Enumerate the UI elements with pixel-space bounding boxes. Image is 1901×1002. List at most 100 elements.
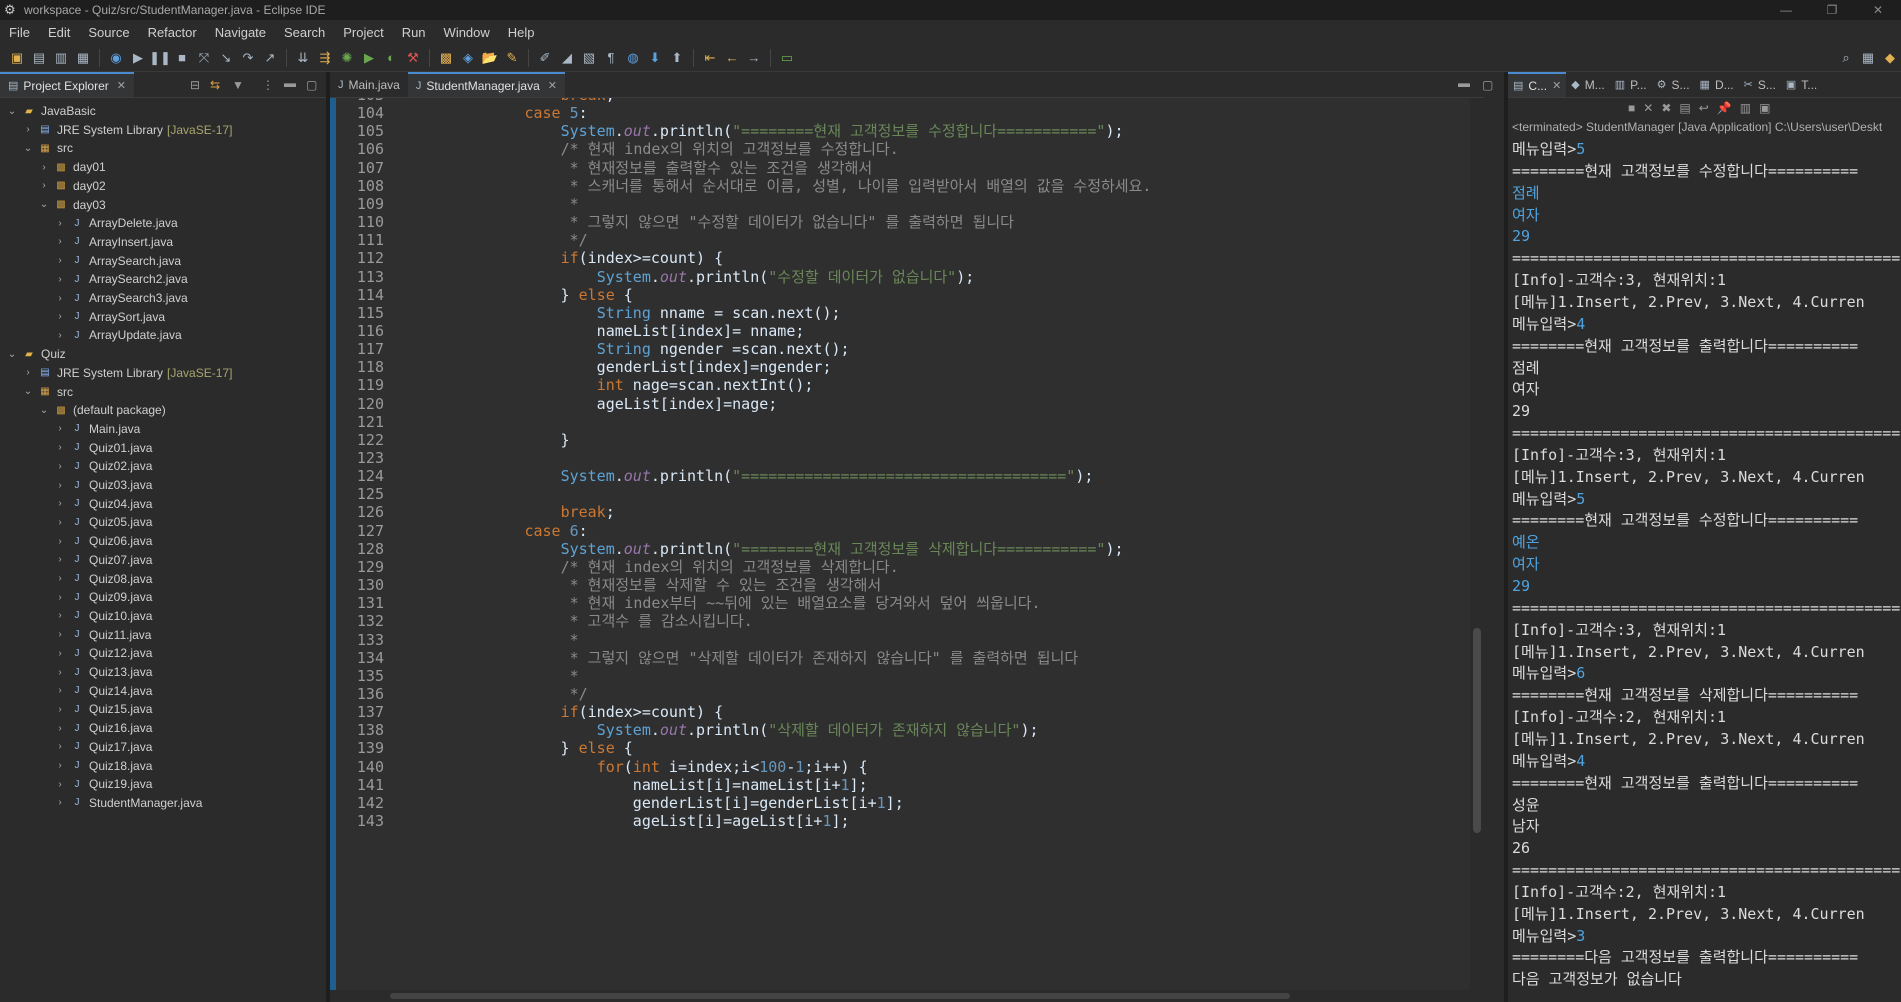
maximize-button[interactable]: ❐: [1809, 0, 1855, 20]
debug-as-icon[interactable]: ✺: [336, 48, 358, 68]
tree-item[interactable]: › J Quiz14.java: [0, 682, 152, 700]
word-wrap-icon[interactable]: ↩: [1699, 101, 1709, 115]
chevron-right-icon[interactable]: ›: [54, 554, 66, 565]
menu-refactor[interactable]: Refactor: [139, 25, 206, 40]
chevron-right-icon[interactable]: ›: [54, 218, 66, 229]
chevron-right-icon[interactable]: ›: [54, 704, 66, 715]
suspend-icon[interactable]: ❚❚: [149, 48, 171, 68]
chevron-down-icon[interactable]: ⌄: [22, 143, 34, 154]
close-icon[interactable]: ✕: [117, 79, 126, 92]
chevron-down-icon[interactable]: ⌄: [6, 349, 18, 360]
tree-item[interactable]: ⌄ ▩ (default package): [0, 401, 166, 419]
prev-annotation-icon[interactable]: ⬆: [666, 48, 688, 68]
tree-item[interactable]: › J ArraySearch.java: [0, 252, 181, 270]
new-java-project-icon[interactable]: ▩: [435, 48, 457, 68]
new-package-icon[interactable]: ◈: [457, 48, 479, 68]
tree-item[interactable]: ⌄ ▦ src: [0, 383, 73, 401]
chevron-right-icon[interactable]: ›: [38, 180, 50, 191]
console-view-tab[interactable]: ▦ D...: [1695, 72, 1739, 97]
scroll-thumb[interactable]: [1473, 628, 1481, 833]
scroll-lock-icon[interactable]: ▤: [1679, 101, 1690, 115]
close-button[interactable]: ✕: [1855, 0, 1901, 20]
chevron-right-icon[interactable]: ›: [54, 536, 66, 547]
drop-frame-icon[interactable]: ⇊: [292, 48, 314, 68]
open-perspective-icon[interactable]: ▦: [1857, 48, 1879, 68]
chevron-right-icon[interactable]: ›: [54, 685, 66, 696]
menu-source[interactable]: Source: [79, 25, 138, 40]
chevron-right-icon[interactable]: ›: [22, 124, 34, 135]
tree-item[interactable]: › J Quiz18.java: [0, 757, 152, 775]
tree-item[interactable]: ⌄ ▰ JavaBasic: [0, 102, 96, 120]
next-annotation-icon[interactable]: ⬇: [644, 48, 666, 68]
chevron-right-icon[interactable]: ›: [54, 760, 66, 771]
back-icon[interactable]: ←: [721, 48, 743, 68]
menu-project[interactable]: Project: [334, 25, 392, 40]
tree-item[interactable]: › J Quiz10.java: [0, 607, 152, 625]
menu-navigate[interactable]: Navigate: [206, 25, 275, 40]
chevron-right-icon[interactable]: ›: [54, 480, 66, 491]
tree-item[interactable]: › J Quiz03.java: [0, 476, 152, 494]
menu-search[interactable]: Search: [275, 25, 334, 40]
print-icon[interactable]: ▦: [72, 48, 94, 68]
toggle-mark-icon[interactable]: ✐: [534, 48, 556, 68]
minimize-view-icon[interactable]: ▬: [284, 76, 296, 90]
step-return-icon[interactable]: ↗: [259, 48, 281, 68]
tree-item[interactable]: › ▩ day01: [0, 158, 105, 176]
menu-run[interactable]: Run: [393, 25, 435, 40]
tree-item[interactable]: › J Quiz13.java: [0, 663, 152, 681]
console-view-tab[interactable]: ▥ P...: [1610, 72, 1652, 97]
new-window-icon[interactable]: ▭: [776, 48, 798, 68]
run-icon[interactable]: ▶: [358, 48, 380, 68]
resume-icon[interactable]: ▶: [127, 48, 149, 68]
step-over-icon[interactable]: ↷: [237, 48, 259, 68]
maximize-view-icon[interactable]: ▢: [306, 78, 317, 92]
display-console-icon[interactable]: ▥: [1740, 101, 1751, 115]
web-browser-icon[interactable]: ◍: [622, 48, 644, 68]
tree-item[interactable]: › J Quiz07.java: [0, 551, 152, 569]
terminate-icon[interactable]: ■: [1628, 101, 1635, 115]
chevron-right-icon[interactable]: ›: [54, 330, 66, 341]
chevron-down-icon[interactable]: ⌄: [6, 106, 18, 117]
chevron-right-icon[interactable]: ›: [54, 311, 66, 322]
console-view-tab[interactable]: ⚙ S...: [1652, 72, 1695, 97]
chevron-right-icon[interactable]: ›: [54, 517, 66, 528]
pin-console-icon[interactable]: 📌: [1717, 101, 1732, 115]
tree-item[interactable]: › J ArrayUpdate.java: [0, 326, 181, 344]
tree-item[interactable]: › J ArrayInsert.java: [0, 233, 173, 251]
open-console-icon[interactable]: ▣: [1759, 101, 1770, 115]
chevron-right-icon[interactable]: ›: [54, 236, 66, 247]
tree-item[interactable]: ⌄ ▩ day03: [0, 196, 106, 214]
tree-item[interactable]: › J StudentManager.java: [0, 794, 202, 812]
tree-item[interactable]: › J ArraySort.java: [0, 308, 165, 326]
block-selection-icon[interactable]: ▧: [578, 48, 600, 68]
chevron-down-icon[interactable]: ⌄: [22, 386, 34, 397]
console-view-tab[interactable]: ✂ S...: [1739, 72, 1781, 97]
save-icon[interactable]: ▤: [28, 48, 50, 68]
tree-item[interactable]: › ▤ JRE System Library [JavaSE-17]: [0, 364, 232, 382]
save-all-icon[interactable]: ▥: [50, 48, 72, 68]
chevron-right-icon[interactable]: ›: [22, 367, 34, 378]
collapse-all-icon[interactable]: ⊟: [190, 78, 200, 92]
console-output[interactable]: <terminated> StudentManager [Java Applic…: [1508, 118, 1901, 1002]
chevron-right-icon[interactable]: ›: [54, 274, 66, 285]
chevron-right-icon[interactable]: ›: [54, 255, 66, 266]
tree-item[interactable]: › ▤ JRE System Library [JavaSE-17]: [0, 121, 232, 139]
tree-item[interactable]: › J Quiz16.java: [0, 719, 152, 737]
view-menu-icon[interactable]: ⋮: [262, 78, 274, 92]
tree-item[interactable]: › J Quiz17.java: [0, 738, 152, 756]
chevron-right-icon[interactable]: ›: [54, 667, 66, 678]
tree-item[interactable]: › J Quiz19.java: [0, 775, 152, 793]
chevron-right-icon[interactable]: ›: [38, 162, 50, 173]
remove-launch-icon[interactable]: ✕: [1643, 101, 1653, 115]
chevron-right-icon[interactable]: ›: [54, 461, 66, 472]
terminate-icon[interactable]: ■: [171, 48, 193, 68]
chevron-right-icon[interactable]: ›: [54, 573, 66, 584]
tree-item[interactable]: › J ArraySearch2.java: [0, 270, 187, 288]
tree-item[interactable]: › J Quiz08.java: [0, 570, 152, 588]
chevron-right-icon[interactable]: ›: [54, 610, 66, 621]
search-icon[interactable]: ✎: [501, 48, 523, 68]
chevron-right-icon[interactable]: ›: [54, 648, 66, 659]
tree-item[interactable]: › J ArrayDelete.java: [0, 214, 177, 232]
chevron-right-icon[interactable]: ›: [54, 779, 66, 790]
filter-icon[interactable]: ▼: [232, 78, 244, 92]
